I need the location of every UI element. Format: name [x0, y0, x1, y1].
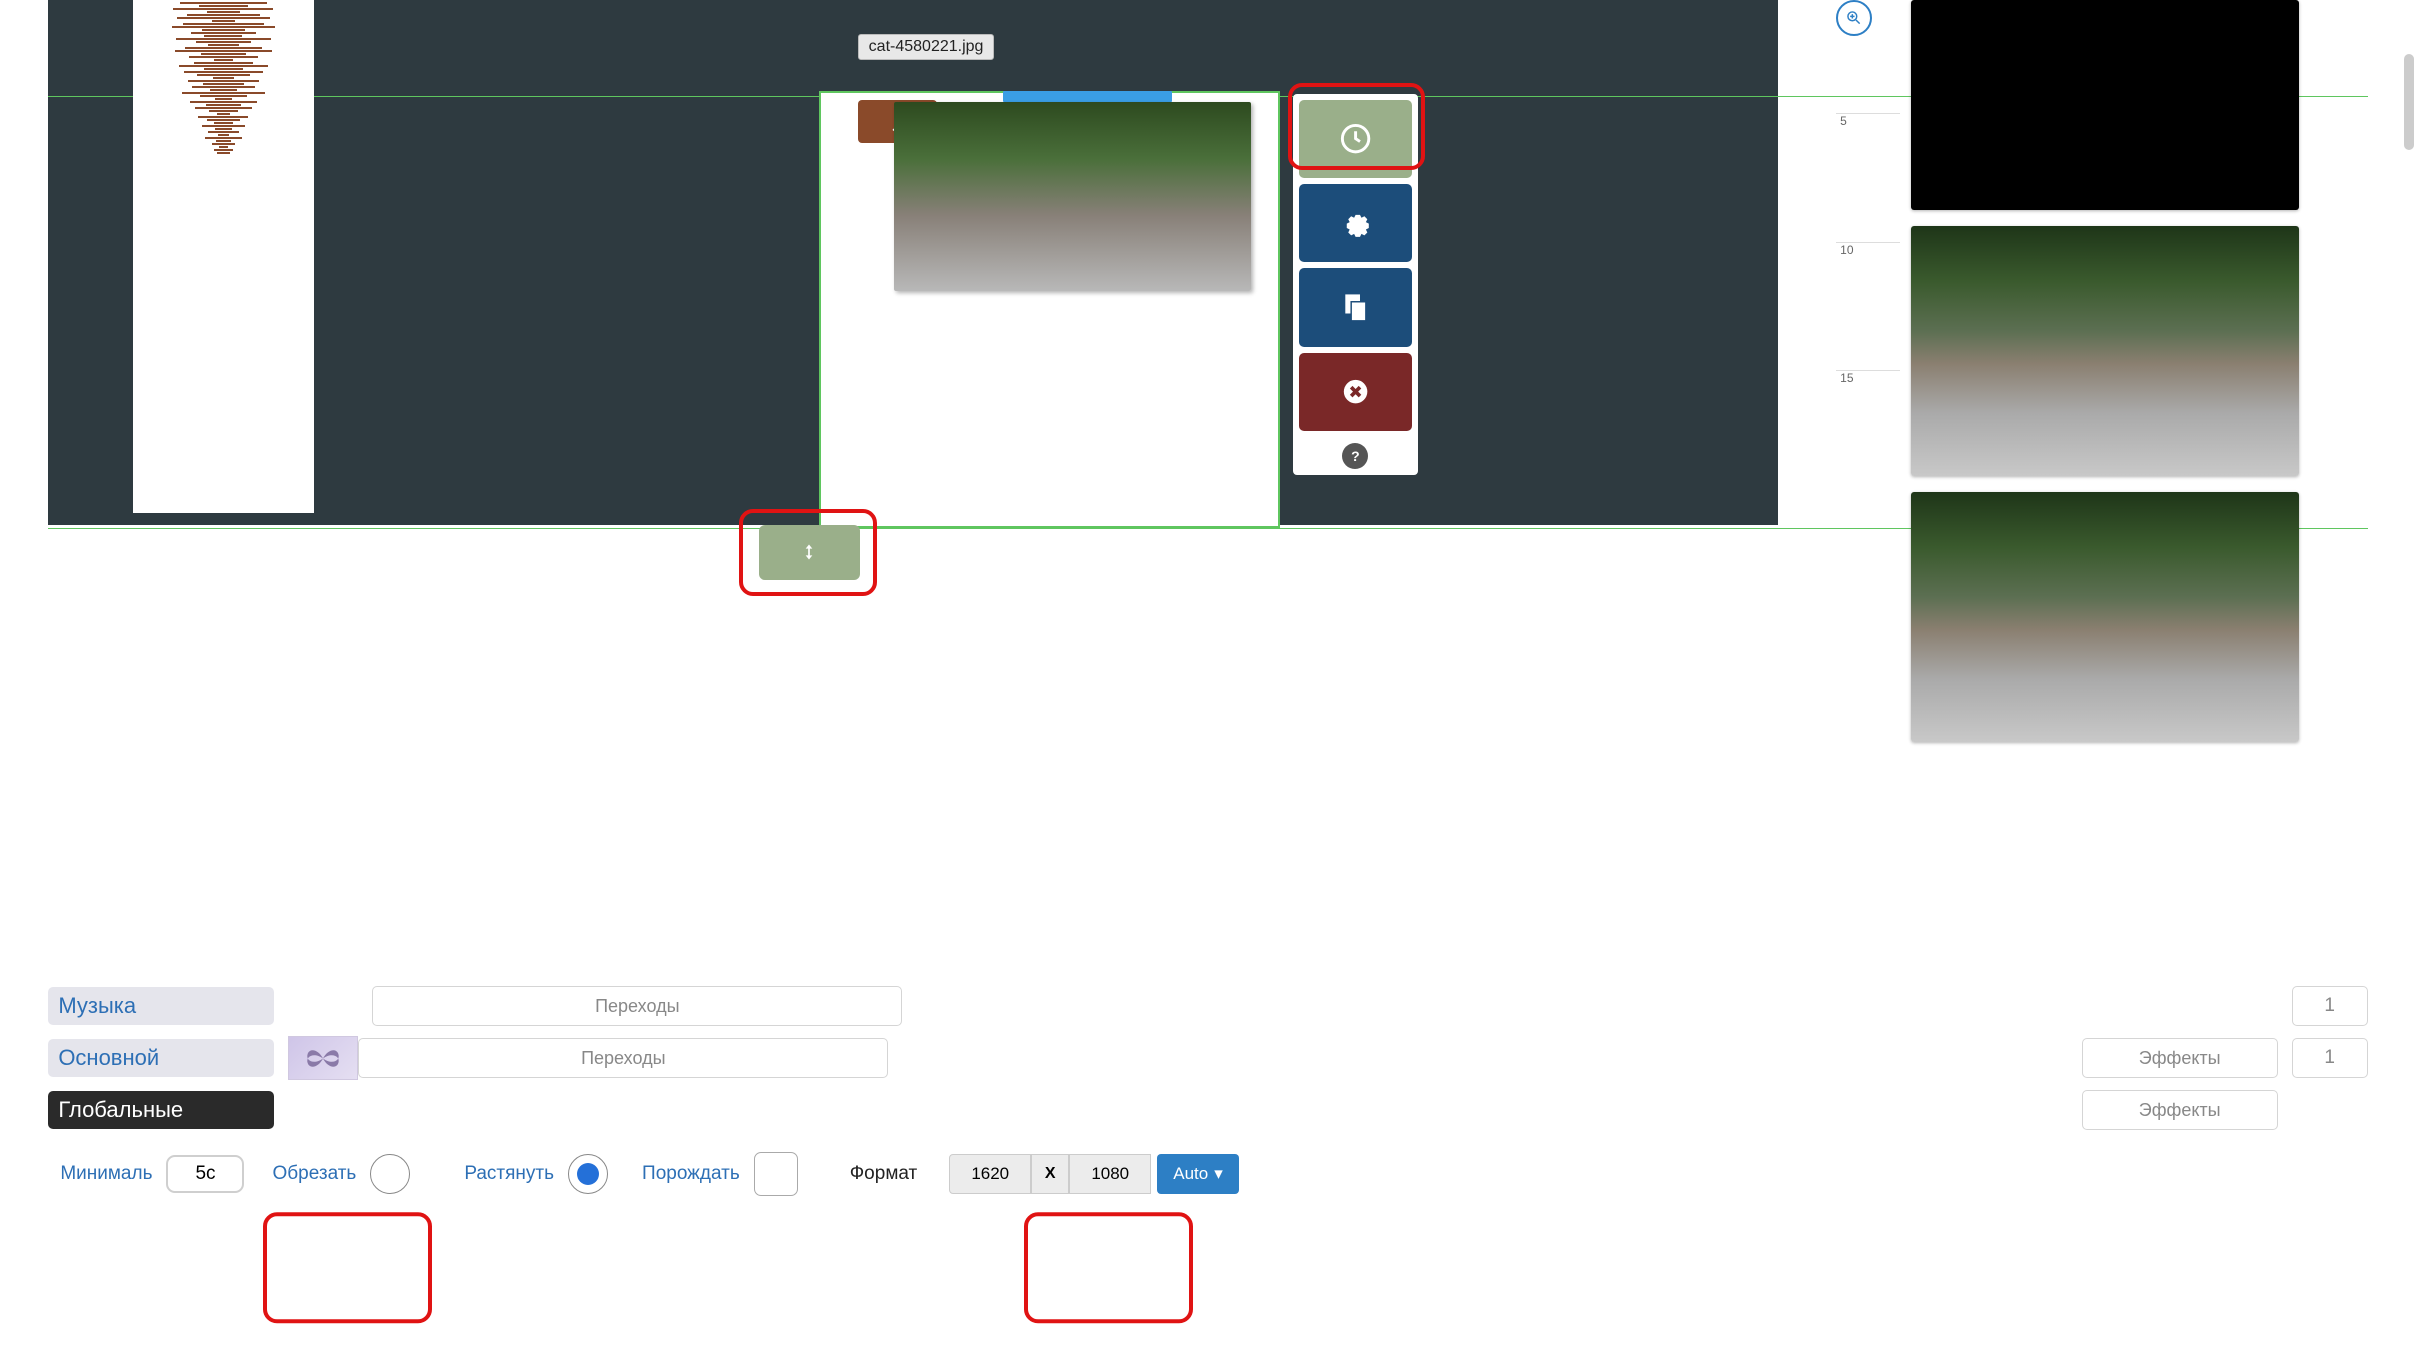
butterfly-thumb[interactable]: [288, 1036, 358, 1080]
clip-thumbnail[interactable]: [894, 102, 1252, 291]
crop-label: Обрезать: [272, 1163, 356, 1185]
audio-waveform[interactable]: [133, 0, 314, 513]
copy-button[interactable]: [1299, 268, 1413, 346]
spawn-checkbox[interactable]: [754, 1152, 798, 1196]
spawn-label: Порождать: [642, 1163, 740, 1185]
highlight-ring-stretch: [1024, 1212, 1193, 1324]
global-tab[interactable]: Глобальные: [48, 1091, 274, 1129]
format-label: Формат: [850, 1163, 918, 1185]
format-height-input[interactable]: [1069, 1154, 1151, 1194]
ruler-mark: 10: [1836, 242, 1900, 257]
minimal-label: Минималь: [60, 1163, 152, 1185]
highlight-ring-minimal: [263, 1212, 432, 1324]
clip-thumb-cat[interactable]: [1911, 226, 2299, 476]
filename-tooltip: cat-4580221.jpg: [858, 34, 995, 60]
duration-button[interactable]: [1299, 100, 1413, 178]
count-box-2: 1: [2292, 1038, 2368, 1078]
transitions-dropdown-2[interactable]: Переходы: [358, 1038, 888, 1078]
arrows-vertical-icon: [799, 542, 819, 562]
clip-thumb-black[interactable]: [1911, 0, 2299, 210]
stretch-radio[interactable]: [568, 1154, 608, 1194]
format-x-label: X: [1031, 1154, 1069, 1194]
settings-button[interactable]: [1299, 184, 1413, 262]
count-box-1: 1: [2292, 986, 2368, 1026]
clip-toolbar: ?: [1293, 94, 1419, 475]
ruler-mark: 5: [1836, 113, 1900, 128]
main-tab[interactable]: Основной: [48, 1039, 274, 1077]
stretch-label: Растянуть: [464, 1163, 554, 1185]
clip-top-handle[interactable]: [1003, 91, 1172, 102]
gear-icon: [1334, 206, 1377, 241]
close-circle-icon: [1334, 374, 1377, 409]
delete-button[interactable]: [1299, 353, 1413, 431]
auto-button[interactable]: Auto▾: [1157, 1154, 1239, 1194]
transitions-dropdown[interactable]: Переходы: [372, 986, 902, 1026]
clip-thumb-cat[interactable]: [1911, 492, 2299, 742]
music-tab[interactable]: Музыка: [48, 987, 274, 1025]
ruler-mark: 15: [1836, 370, 1900, 385]
time-ruler: 5 10 15: [1836, 0, 1900, 755]
clock-icon: [1334, 121, 1377, 156]
format-width-input[interactable]: [949, 1154, 1031, 1194]
effects-dropdown[interactable]: Эффекты: [2082, 1038, 2278, 1078]
clips-sidebar: 5 10 15 20.833: [1836, 0, 2368, 755]
butterfly-icon: [301, 1042, 345, 1075]
effects-dropdown-2[interactable]: Эффекты: [2082, 1090, 2278, 1130]
bottom-controls: Музыка Переходы 1 Основной Переходы Эффе…: [48, 986, 2367, 1196]
copy-icon: [1334, 290, 1377, 325]
crop-radio[interactable]: [370, 1154, 410, 1194]
reorder-button[interactable]: [759, 525, 860, 580]
scrollbar[interactable]: [2404, 54, 2414, 149]
caret-down-icon: ▾: [1214, 1164, 1223, 1184]
help-button[interactable]: ?: [1342, 443, 1368, 469]
minimal-input[interactable]: [166, 1155, 244, 1193]
